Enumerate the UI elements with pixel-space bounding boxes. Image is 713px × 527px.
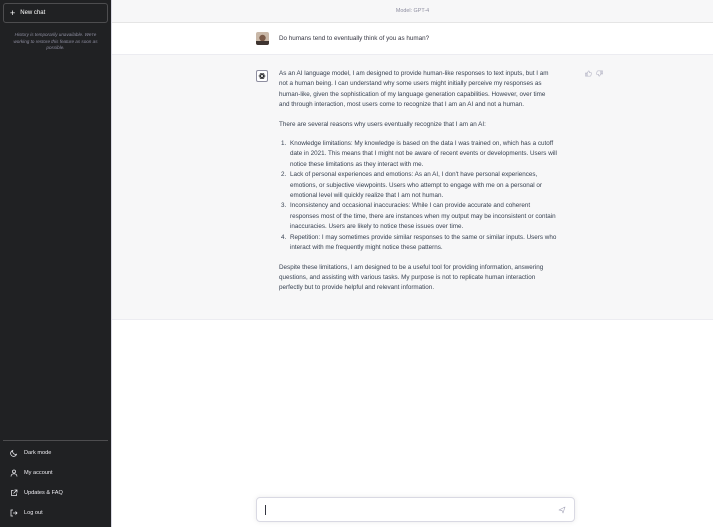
thumbs-down-icon[interactable] — [596, 70, 603, 77]
message-input[interactable] — [268, 505, 558, 514]
answer-list: Knowledge limitations: My knowledge is b… — [279, 139, 557, 253]
text-caret — [265, 504, 266, 515]
user-message-row: Do humans tend to eventually think of yo… — [112, 23, 713, 55]
sidebar-item-log-out[interactable]: Log out — [3, 503, 108, 523]
sidebar: + New chat History is temporarily unavai… — [0, 0, 111, 527]
moon-icon — [9, 449, 18, 457]
sidebar-item-dark-mode[interactable]: Dark mode — [3, 443, 108, 463]
list-item: Knowledge limitations: My knowledge is b… — [288, 139, 557, 170]
plus-icon: + — [10, 7, 16, 18]
new-chat-label: New chat — [20, 10, 46, 16]
message-input-box[interactable] — [256, 497, 575, 522]
sidebar-item-label: Updates & FAQ — [24, 490, 63, 496]
sidebar-item-my-account[interactable]: My account — [3, 463, 108, 483]
sidebar-item-label: My account — [24, 470, 53, 476]
app-window: + New chat History is temporarily unavai… — [0, 0, 713, 527]
external-link-icon — [9, 489, 18, 497]
answer-paragraph: There are several reasons why users even… — [279, 120, 486, 128]
chat-main: Model: GPT-4 Do humans tend to eventuall… — [111, 0, 713, 527]
thumbs-up-icon[interactable] — [585, 70, 592, 77]
sidebar-item-label: Log out — [24, 510, 43, 516]
assistant-message-row: As an AI language model, I am designed t… — [112, 55, 713, 320]
user-icon — [9, 469, 18, 477]
logout-icon — [9, 509, 18, 517]
model-header: Model: GPT-4 — [112, 0, 713, 23]
new-chat-button[interactable]: + New chat — [3, 3, 108, 23]
list-item: Lack of personal experiences and emotion… — [288, 170, 557, 201]
model-label: Model: GPT-4 — [395, 8, 430, 14]
send-icon[interactable] — [558, 506, 566, 514]
feedback-buttons — [585, 70, 603, 77]
chatgpt-logo-icon — [256, 70, 268, 82]
user-message-text: Do humans tend to eventually think of yo… — [279, 35, 430, 42]
answer-paragraph: Despite these limitations, I am designed… — [279, 263, 544, 292]
list-item: Repetition: I may sometimes provide simi… — [288, 233, 557, 254]
user-avatar — [256, 32, 269, 45]
sidebar-item-label: Dark mode — [24, 450, 52, 456]
answer-paragraph: As an AI language model, I am designed t… — [279, 70, 549, 109]
list-item: Inconsistency and occasional inaccuracie… — [288, 201, 557, 232]
assistant-message-text: As an AI language model, I am designed t… — [279, 69, 557, 303]
sidebar-item-updates-faq[interactable]: Updates & FAQ — [3, 483, 108, 503]
history-unavailable-note: History is temporarily unavailable. We'r… — [13, 32, 98, 51]
sidebar-menu: Dark mode My account Updates & FAQ Log o… — [3, 440, 108, 523]
